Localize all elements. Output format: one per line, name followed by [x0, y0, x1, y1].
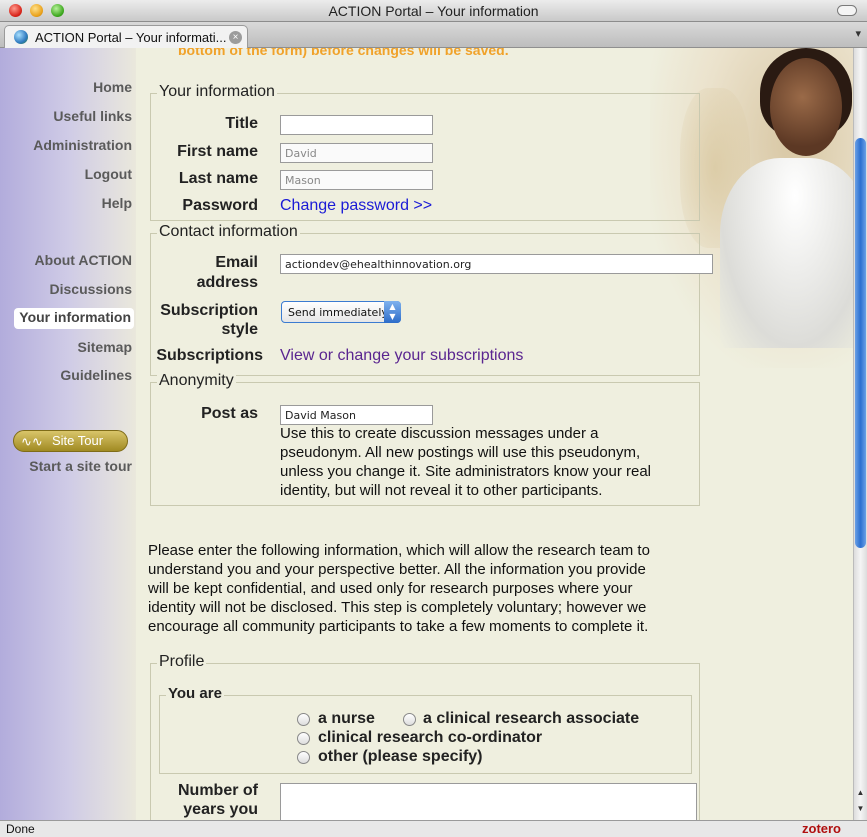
nav-your-information-label: Your information	[19, 309, 131, 325]
scrollbar-thumb[interactable]	[855, 138, 866, 548]
nav-guidelines[interactable]: Guidelines	[60, 367, 132, 383]
browser-tab[interactable]: ACTION Portal – Your informati... ×	[4, 25, 248, 48]
select-arrows-icon: ▲ ▼	[384, 301, 401, 323]
first-name-field[interactable]: David	[280, 143, 433, 163]
nav-help[interactable]: Help	[102, 195, 132, 211]
nurse-radio[interactable]	[297, 713, 310, 726]
site-tour-icon: ∿∿	[21, 434, 43, 449]
years-textarea[interactable]	[280, 783, 697, 820]
subscription-style-value: Send immediately	[288, 306, 388, 319]
close-tab-icon[interactable]: ×	[229, 31, 242, 44]
window-title: ACTION Portal – Your information	[328, 3, 539, 19]
start-site-tour-link[interactable]: Start a site tour	[29, 458, 132, 474]
post-as-field[interactable]: David Mason	[280, 405, 433, 425]
toolbar-toggle-button[interactable]	[837, 5, 857, 16]
contact-information-legend: Contact information	[157, 223, 300, 241]
last-name-field[interactable]: Mason	[280, 170, 433, 190]
vertical-scrollbar[interactable]: ▲ ▼	[853, 48, 867, 820]
pseudonym-help: Use this to create discussion messages u…	[280, 425, 652, 499]
zotero-button[interactable]: zotero	[802, 821, 841, 836]
subscription-style-label: Subscription	[160, 302, 258, 319]
status-bar: Done zotero	[0, 820, 867, 837]
title-label: Title	[225, 115, 258, 132]
password-label: Password	[182, 197, 258, 214]
email-address-field[interactable]: actiondev@ehealthinnovation.org	[280, 254, 713, 274]
site-tour-label: Site Tour	[52, 433, 104, 448]
nav-about-action[interactable]: About ACTION	[35, 252, 132, 268]
profile-legend: Profile	[157, 653, 207, 671]
nav-home[interactable]: Home	[93, 79, 132, 95]
status-text: Done	[6, 822, 35, 836]
nav-discussions[interactable]: Discussions	[50, 281, 132, 297]
site-tour-button[interactable]: ∿∿ Site Tour	[13, 430, 128, 452]
nav-your-information[interactable]: Your information	[14, 308, 134, 329]
scroll-up-icon[interactable]: ▲	[855, 788, 866, 797]
change-password-link[interactable]: Change password >>	[280, 197, 432, 215]
clinical-research-associate-label: a clinical research associate	[423, 710, 640, 727]
coordinator-radio-label: clinical research co-ordinator	[318, 729, 543, 746]
globe-icon	[14, 30, 28, 44]
other-radio-label: other (please specify)	[318, 748, 483, 765]
tab-list-chevron-icon[interactable]: ▾	[855, 27, 861, 40]
title-field[interactable]	[280, 115, 433, 135]
subscription-style-label-line2: style	[221, 321, 258, 338]
clinical-research-associate-radio[interactable]	[403, 713, 416, 726]
your-information-legend: Your information	[157, 83, 277, 101]
nav-useful-links[interactable]: Useful links	[53, 108, 132, 124]
post-as-label: Post as	[201, 405, 258, 422]
other-radio[interactable]	[297, 751, 310, 764]
nav-sitemap[interactable]: Sitemap	[78, 339, 132, 355]
nurse-radio-label: a nurse	[318, 710, 375, 727]
subscription-style-select[interactable]: Send immediately ▲ ▼	[281, 301, 401, 323]
email-label: Email	[215, 254, 258, 271]
nav-administration[interactable]: Administration	[33, 137, 132, 153]
first-name-label: First name	[177, 143, 258, 160]
years-label-line2: years you	[183, 801, 258, 818]
save-notice: bottom of the form) before changes will …	[178, 48, 509, 58]
email-label-line2: address	[196, 274, 258, 291]
you-are-legend: You are	[166, 685, 224, 702]
view-subscriptions-link[interactable]: View or change your subscriptions	[280, 347, 523, 365]
years-label: Number of	[178, 782, 258, 799]
window-titlebar: ACTION Portal – Your information	[0, 0, 867, 22]
zotero-label: zotero	[802, 821, 841, 836]
coordinator-radio[interactable]	[297, 732, 310, 745]
tab-title: ACTION Portal – Your informati...	[35, 30, 227, 45]
tab-bar: ACTION Portal – Your informati... × ▾	[0, 22, 867, 48]
anonymity-legend: Anonymity	[157, 372, 236, 390]
nav-logout[interactable]: Logout	[85, 166, 132, 182]
page-viewport: Home Useful links Administration Logout …	[0, 48, 853, 820]
research-intro-text: Please enter the following information, …	[148, 542, 650, 635]
subscriptions-label: Subscriptions	[156, 347, 263, 364]
sidebar: Home Useful links Administration Logout …	[0, 48, 136, 820]
last-name-label: Last name	[178, 170, 258, 187]
scroll-down-icon[interactable]: ▼	[855, 804, 866, 813]
